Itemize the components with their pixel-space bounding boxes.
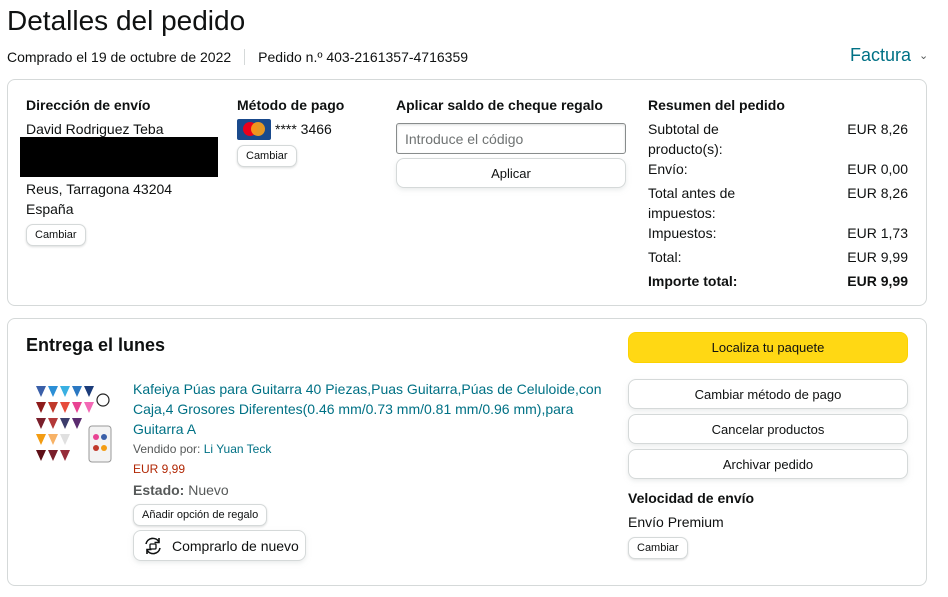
divider [244,49,246,65]
shipping-speed-heading: Velocidad de envío [628,490,755,506]
change-payment-method-button[interactable]: Cambiar método de pago [628,379,908,409]
redacted-address [20,137,218,177]
summary-value: EUR 0,00 [847,161,908,177]
shipping-heading: Dirección de envío [26,97,151,113]
shipping-city: Reus, Tarragona 43204 [26,181,173,197]
state-value: Nuevo [188,482,229,498]
summary-value: EUR 9,99 [847,249,908,265]
shipping-name: David Rodriguez Teba [26,121,164,137]
delivery-heading: Entrega el lunes [26,335,166,355]
gift-card-heading: Aplicar saldo de cheque regalo [396,97,603,113]
summary-label: Subtotal de producto(s): [648,121,723,157]
mastercard-icon [237,119,271,140]
change-speed-button[interactable]: Cambiar [628,537,688,559]
order-number: Pedido n.º 403-2161357-4716359 [258,49,469,65]
add-gift-option-button[interactable]: Añadir opción de regalo [133,504,268,526]
shipping-country: España [26,201,74,217]
summary-row-pretax: Total antes de impuestos: EUR 8,26 [648,183,908,223]
invoice-link[interactable]: Factura ⌄ [850,45,928,66]
page-title: Detalles del pedido [7,5,246,36]
summary-value: EUR 8,26 [847,121,908,137]
product-state: Estado: Nuevo [133,482,229,498]
buy-again-button[interactable]: Comprarlo de nuevo [133,530,306,561]
summary-row-subtotal: Subtotal de producto(s): EUR 8,26 [648,119,908,159]
payment-heading: Método de pago [237,97,345,113]
purchase-date: Comprado el 19 de octubre de 2022 [7,49,232,65]
invoice-label: Factura [850,45,912,65]
summary-value: EUR 9,99 [847,273,908,289]
chevron-down-icon: ⌄ [919,50,929,62]
change-address-button[interactable]: Cambiar [26,224,86,246]
summary-row-total: Total: EUR 9,99 [648,247,908,267]
buy-again-icon [145,537,161,554]
product-image[interactable] [33,382,115,466]
product-title-link[interactable]: Kafeiya Púas para Guitarra 40 Piezas,Pua… [133,379,603,439]
buy-again-label: Comprarlo de nuevo [172,537,299,554]
apply-gift-button[interactable]: Aplicar [396,158,626,188]
sold-by-label: Vendido por: [133,442,201,456]
summary-heading: Resumen del pedido [648,97,785,113]
archive-order-button[interactable]: Archivar pedido [628,449,908,479]
summary-row-tax: Impuestos: EUR 1,73 [648,223,908,243]
product-price: EUR 9,99 [133,462,186,476]
summary-value: EUR 1,73 [847,225,908,241]
summary-label: Total: [648,249,682,265]
cancel-products-button[interactable]: Cancelar productos [628,414,908,444]
state-label: Estado: [133,482,185,498]
order-meta: Comprado el 19 de octubre de 2022 Pedido… [7,49,468,65]
summary-label: Importe total: [648,273,738,289]
summary-row-grand-total: Importe total: EUR 9,99 [648,271,908,291]
summary-row-shipping: Envío: EUR 0,00 [648,159,908,179]
summary-value: EUR 8,26 [847,185,908,201]
summary-label: Total antes de impuestos: [648,185,736,221]
track-package-button[interactable]: Localiza tu paquete [628,332,908,363]
summary-label: Envío: [648,161,688,177]
seller-info: Vendido por: Li Yuan Teck [133,442,271,456]
gift-code-input[interactable] [396,123,626,154]
shipping-speed-value: Envío Premium [628,514,724,530]
summary-label: Impuestos: [648,225,717,241]
seller-link[interactable]: Li Yuan Teck [204,442,272,456]
change-payment-button[interactable]: Cambiar [237,145,297,167]
card-number: **** 3466 [275,121,332,137]
